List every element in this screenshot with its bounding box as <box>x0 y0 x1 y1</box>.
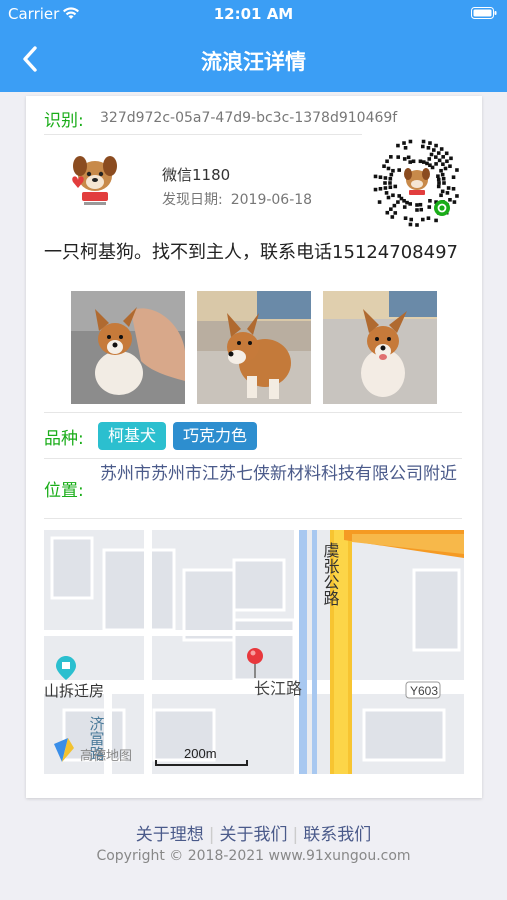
description: 一只柯基狗。找不到主人，联系电话15124708497 <box>44 242 458 263</box>
footer-links: 关于理想 | 关于我们 | 联系我们 <box>0 820 507 845</box>
map-poi-label: 山拆迁房 <box>44 683 104 700</box>
found-date-label: 发现日期: <box>162 192 223 208</box>
map-scale-label: 200m <box>184 746 217 761</box>
avatar <box>72 156 117 205</box>
dog-photo-2[interactable] <box>197 291 311 404</box>
location-label: 位置: <box>44 481 84 501</box>
clock: 12:01 AM <box>213 5 294 23</box>
divider <box>44 458 462 459</box>
found-date: 发现日期: 2019-06-18 <box>162 189 312 209</box>
page-title: 流浪汪详情 <box>201 50 306 74</box>
footer-link-about[interactable]: 关于我们 <box>215 825 293 845</box>
divider <box>44 518 462 519</box>
user-name: 微信1180 <box>162 166 231 184</box>
location-map[interactable]: 虞张公路 长江路 Y603 山拆迁房 济富路 200m 高德地图 <box>44 530 464 774</box>
breed-tag-color: 巧克力色 <box>173 422 258 450</box>
breed-tag-corgi: 柯基犬 <box>98 422 167 450</box>
footer-link-ideal[interactable]: 关于理想 <box>131 825 209 845</box>
found-date-value: 2019-06-18 <box>230 192 313 208</box>
nav-bar: 流浪汪详情 <box>0 28 507 92</box>
map-brand-label: 高德地图 <box>80 748 132 763</box>
dog-photo-1[interactable] <box>71 291 185 404</box>
footer-link-contact[interactable]: 联系我们 <box>298 825 376 845</box>
copyright: Copyright © 2018-2021 www.91xungou.com <box>96 848 411 864</box>
detail-card: 识别: 327d972c-05a7-47d9-bc3c-1378d910469f… <box>26 96 482 798</box>
location-value: 苏州市苏州市江苏七侠新材料科技有限公司附近 <box>100 464 457 484</box>
divider <box>44 412 462 413</box>
footer-separator: | <box>208 825 215 845</box>
map-road-vertical-label: 虞张公路 <box>321 542 340 606</box>
id-row: 识别: 327d972c-05a7-47d9-bc3c-1378d910469f <box>44 106 464 132</box>
id-label: 识别: <box>44 111 84 131</box>
breed-label: 品种: <box>44 429 84 449</box>
map-road-code-label: Y603 <box>410 684 438 698</box>
mini-program-qr-code[interactable] <box>370 136 464 230</box>
map-road-horizontal-label: 长江路 <box>254 680 302 698</box>
battery-icon <box>471 7 497 19</box>
dog-photo-3[interactable] <box>323 291 437 404</box>
divider <box>44 134 362 135</box>
status-bar: Carrier 12:01 AM <box>0 0 507 28</box>
id-value: 327d972c-05a7-47d9-bc3c-1378d910469f <box>100 110 398 126</box>
